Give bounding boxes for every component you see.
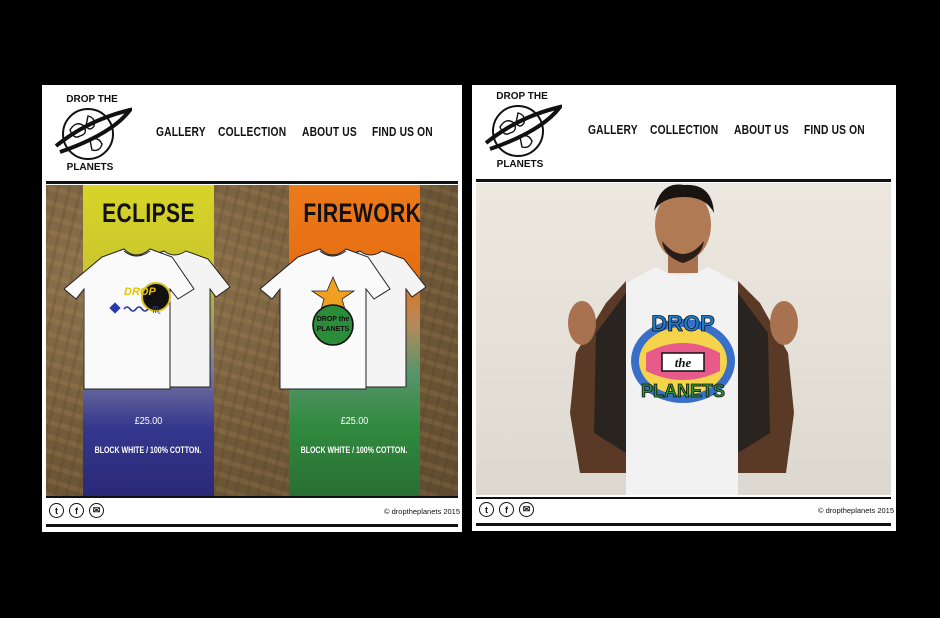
header-divider	[46, 181, 458, 184]
nav-about-us[interactable]: ABOUT US	[302, 125, 357, 139]
eclipse-tshirt-image[interactable]: DROP ♏	[64, 247, 234, 397]
website-page-gallery: DROP THE PLANETS GALLERY COLLECTION ABOU…	[472, 85, 896, 531]
nav-collection[interactable]: COLLECTION	[650, 123, 718, 137]
svg-text:DROP the: DROP the	[317, 316, 350, 323]
planet-logo-icon: DROP THE PLANETS	[54, 94, 135, 173]
svg-text:PLANETS: PLANETS	[641, 381, 725, 401]
nav-find-us-on[interactable]: FIND US ON	[372, 125, 433, 139]
model-wearing-tshirt-image: DROP the PLANETS	[568, 184, 798, 495]
bottom-divider	[46, 524, 458, 527]
product-title: FIREWORK	[303, 198, 422, 228]
nav-find-us-on[interactable]: FIND US ON	[804, 123, 865, 137]
product-price: £25.00	[134, 416, 163, 427]
footer-divider	[476, 497, 891, 499]
product-price: £25.00	[340, 416, 369, 427]
svg-text:DROP: DROP	[651, 311, 715, 336]
logo[interactable]: DROP THE PLANETS	[482, 87, 565, 171]
twitter-icon[interactable]: t	[49, 503, 64, 518]
model-photo[interactable]: DROP the PLANETS	[476, 183, 891, 495]
svg-text:DROP THE: DROP THE	[66, 94, 118, 105]
nav-gallery[interactable]: GALLERY	[156, 125, 206, 139]
svg-text:PLANETS: PLANETS	[67, 162, 114, 173]
svg-text:PLANETS: PLANETS	[317, 326, 350, 333]
bottom-divider	[476, 523, 891, 526]
svg-text:DROP: DROP	[124, 286, 156, 298]
svg-text:♏: ♏	[152, 305, 161, 316]
product-description: BLOCK WHITE / 100% COTTON.	[300, 445, 408, 455]
firework-tshirt-image[interactable]: DROP the PLANETS	[260, 247, 430, 397]
nav-gallery[interactable]: GALLERY	[588, 123, 638, 137]
planet-logo-icon: DROP THE PLANETS	[484, 91, 565, 170]
nav-collection[interactable]: COLLECTION	[218, 125, 286, 139]
product-showcase: ECLIPSE £25.00 BLOCK WHITE / 100% COTTON…	[46, 185, 458, 497]
twitter-icon[interactable]: t	[479, 502, 494, 517]
email-icon[interactable]: ✉	[519, 502, 534, 517]
website-page-collection: DROP THE PLANETS GALLERY COLLECTION ABOU…	[42, 85, 462, 532]
copyright-text: © droptheplanets 2015	[818, 506, 894, 515]
nav-about-us[interactable]: ABOUT US	[734, 123, 789, 137]
logo[interactable]: DROP THE PLANETS	[52, 90, 135, 174]
email-icon[interactable]: ✉	[89, 503, 104, 518]
copyright-text: © droptheplanets 2015	[384, 507, 460, 516]
svg-text:the: the	[675, 355, 692, 370]
facebook-icon[interactable]: f	[499, 502, 514, 517]
svg-text:DROP THE: DROP THE	[496, 91, 548, 102]
header-divider	[476, 179, 891, 182]
product-title: ECLIPSE	[102, 198, 195, 228]
svg-text:PLANETS: PLANETS	[497, 159, 544, 170]
product-description: BLOCK WHITE / 100% COTTON.	[94, 445, 202, 455]
footer-divider	[46, 496, 458, 498]
facebook-icon[interactable]: f	[69, 503, 84, 518]
